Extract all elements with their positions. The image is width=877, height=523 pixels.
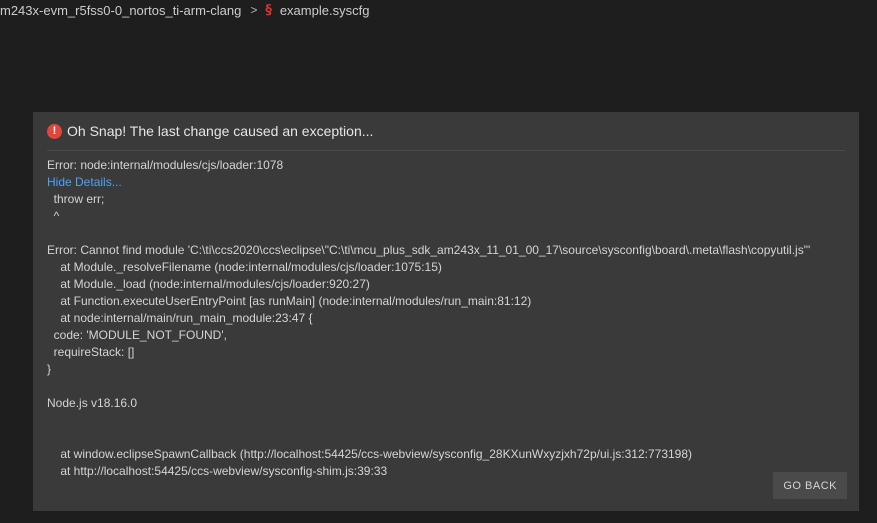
error-detail-line: requireStack: [] bbox=[47, 345, 135, 359]
syscfg-icon: § bbox=[265, 2, 272, 18]
hide-details-link[interactable]: Hide Details... bbox=[47, 174, 845, 191]
breadcrumb-file[interactable]: example.syscfg bbox=[280, 3, 370, 18]
error-detail-line: at window.eclipseSpawnCallback (http://l… bbox=[47, 447, 693, 461]
error-detail-line bbox=[47, 429, 845, 446]
dialog-body: Error: node:internal/modules/cjs/loader:… bbox=[47, 151, 845, 480]
error-detail-line: at Module._resolveFilename (node:interna… bbox=[47, 260, 442, 274]
dialog-title: Oh Snap! The last change caused an excep… bbox=[67, 123, 374, 139]
error-detail-line: at http://localhost:54425/ccs-webview/sy… bbox=[47, 464, 388, 478]
exception-dialog: ! Oh Snap! The last change caused an exc… bbox=[33, 112, 859, 511]
dialog-header: ! Oh Snap! The last change caused an exc… bbox=[47, 112, 845, 151]
error-detail-line: code: 'MODULE_NOT_FOUND', bbox=[47, 328, 227, 342]
chevron-right-icon: > bbox=[250, 3, 258, 17]
go-back-button[interactable]: GO BACK bbox=[773, 472, 847, 499]
error-icon: ! bbox=[47, 123, 62, 139]
error-detail-line: } bbox=[47, 362, 52, 376]
error-detail-line: Node.js v18.16.0 bbox=[47, 396, 138, 410]
breadcrumb-project[interactable]: m243x-evm_r5fss0-0_nortos_ti-arm-clang bbox=[0, 3, 241, 18]
error-detail-line bbox=[47, 225, 845, 242]
error-detail-line: at Function.executeUserEntryPoint [as ru… bbox=[47, 294, 532, 308]
error-detail-line: Error: Cannot find module 'C:\ti\ccs2020… bbox=[47, 243, 811, 257]
error-details: throw err; ^ Error: Cannot find module 'C… bbox=[47, 191, 845, 480]
error-detail-line: at node:internal/main/run_main_module:23… bbox=[47, 311, 313, 325]
error-detail-line bbox=[47, 412, 845, 429]
error-detail-line bbox=[47, 378, 845, 395]
error-detail-line: at Module._load (node:internal/modules/c… bbox=[47, 277, 370, 291]
error-detail-line: throw err; bbox=[47, 192, 105, 206]
breadcrumb: m243x-evm_r5fss0-0_nortos_ti-arm-clang >… bbox=[0, 0, 369, 20]
dialog-footer: GO BACK bbox=[773, 472, 847, 499]
error-location: Error: node:internal/modules/cjs/loader:… bbox=[47, 158, 284, 172]
error-detail-line: ^ bbox=[47, 209, 60, 223]
